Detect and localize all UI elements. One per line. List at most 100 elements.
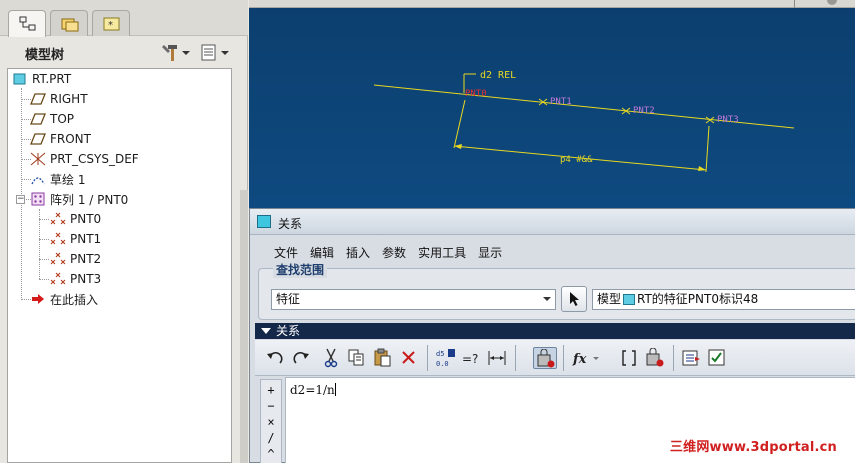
text-caret bbox=[334, 383, 336, 396]
tree-item-label: TOP bbox=[50, 112, 75, 126]
collapse-toggle[interactable]: − bbox=[16, 195, 25, 204]
checkbox-button[interactable] bbox=[705, 347, 729, 369]
undo-icon bbox=[267, 351, 283, 364]
tree-item-pnt2[interactable]: PNT2 bbox=[49, 249, 101, 269]
tree-item-pattern-1[interactable]: 阵列 1 / PNT0 bbox=[29, 189, 128, 209]
tree-item-label: PNT2 bbox=[70, 252, 102, 266]
svg-text:*: * bbox=[108, 20, 113, 31]
operator-power-button[interactable]: ^ bbox=[261, 446, 281, 462]
relations-dialog: 关系 文件 编辑 插入 参数 实用工具 显示 查找范围 特征 模型 RT的特征P… bbox=[249, 208, 855, 463]
bracket-icon bbox=[622, 350, 636, 366]
chevron-down-icon bbox=[543, 297, 551, 301]
tree-item-top[interactable]: TOP bbox=[29, 109, 74, 129]
select-reference-button[interactable] bbox=[561, 286, 587, 312]
datum-plane-icon bbox=[29, 131, 47, 147]
folder-icon bbox=[61, 18, 79, 32]
relations-section-title: 关系 bbox=[276, 324, 301, 338]
tree-item-label: PNT1 bbox=[70, 232, 102, 246]
point-label-pnt0[interactable]: PNT0 bbox=[465, 89, 487, 99]
tree-settings-button[interactable] bbox=[160, 42, 192, 64]
tree-show-button[interactable] bbox=[199, 42, 231, 64]
tree-item-right[interactable]: RIGHT bbox=[29, 89, 88, 109]
redo-button[interactable] bbox=[289, 347, 313, 369]
tools-icon bbox=[162, 45, 177, 61]
undo-button[interactable] bbox=[263, 347, 287, 369]
redo-icon bbox=[293, 351, 309, 364]
tree-item-pnt3[interactable]: PNT3 bbox=[49, 269, 101, 289]
part-icon bbox=[11, 71, 29, 87]
tree-item-sketch-1[interactable]: 草绘 1 bbox=[29, 169, 85, 189]
tree-item-label: 阵列 1 / PNT0 bbox=[50, 192, 129, 207]
point-label-pnt2[interactable]: PNT2 bbox=[633, 106, 655, 116]
menu-utilities[interactable]: 实用工具 bbox=[412, 242, 472, 264]
datum-point-icon bbox=[49, 251, 67, 267]
operator-divide-button[interactable]: / bbox=[261, 430, 281, 446]
favorites-tab[interactable]: * bbox=[92, 10, 130, 36]
tree-item-pnt1[interactable]: PNT1 bbox=[49, 229, 101, 249]
coordinate-system-icon bbox=[29, 151, 47, 167]
relations-section-header[interactable]: 关系 bbox=[255, 323, 855, 339]
dimension-button[interactable] bbox=[485, 347, 509, 369]
parameter-display-button[interactable]: d5 0.0 bbox=[433, 347, 457, 369]
datum-point-icon bbox=[49, 271, 67, 287]
pattern-dimension-label[interactable]: p4 #&& bbox=[560, 155, 593, 165]
panel-splitter[interactable] bbox=[240, 190, 248, 463]
evaluate-button[interactable]: =? bbox=[459, 347, 483, 369]
insert-here-arrow-icon bbox=[29, 291, 47, 307]
delete-button[interactable] bbox=[397, 347, 421, 369]
menu-insert[interactable]: 插入 bbox=[340, 242, 376, 264]
sort-button[interactable] bbox=[643, 347, 667, 369]
operator-plus-button[interactable]: + bbox=[261, 382, 281, 398]
part-icon bbox=[623, 294, 636, 305]
function-button[interactable]: fx bbox=[569, 347, 601, 369]
tree-item-prt-csys-def[interactable]: PRT_CSYS_DEF bbox=[29, 149, 139, 169]
tree-title: 模型树 bbox=[25, 48, 65, 63]
tree-item-front[interactable]: FRONT bbox=[29, 129, 91, 149]
tree-item-rt-prt[interactable]: RT.PRT bbox=[11, 69, 71, 89]
reference-text: RT的特征PNT0标识48 bbox=[637, 292, 759, 306]
favorites-icon: * bbox=[103, 17, 120, 31]
verify-button[interactable] bbox=[679, 347, 703, 369]
cut-button[interactable] bbox=[319, 347, 343, 369]
operator-multiply-button[interactable]: × bbox=[261, 414, 281, 430]
find-scope-select[interactable]: 特征 bbox=[271, 289, 556, 310]
menu-parameters[interactable]: 参数 bbox=[376, 242, 412, 264]
cursor-arrow-icon bbox=[570, 292, 579, 306]
datum-point-icon bbox=[49, 211, 67, 227]
paste-button[interactable] bbox=[371, 347, 395, 369]
paste-icon bbox=[374, 348, 391, 367]
datum-plane-icon bbox=[29, 91, 47, 107]
bracket-button[interactable] bbox=[617, 347, 641, 369]
operator-minus-button[interactable]: − bbox=[261, 398, 281, 414]
evaluate-icon: =? bbox=[462, 352, 478, 366]
unit-sensitivity-button[interactable] bbox=[533, 347, 557, 369]
tree-item-label: 在此插入 bbox=[50, 292, 99, 307]
dimension-label[interactable]: d2 REL bbox=[480, 70, 516, 81]
operator-palette: + − × / ^ bbox=[260, 379, 282, 463]
model-tree-tab[interactable] bbox=[8, 10, 46, 37]
dialog-title: 关系 bbox=[278, 217, 303, 231]
reference-field[interactable]: 模型 RT的特征PNT0标识48 bbox=[592, 289, 855, 310]
app-icon bbox=[257, 215, 271, 228]
datum-point-icon bbox=[49, 231, 67, 247]
tree-item-label: PNT0 bbox=[70, 212, 102, 226]
point-label-pnt1[interactable]: PNT1 bbox=[550, 97, 572, 107]
copy-button[interactable] bbox=[345, 347, 369, 369]
point-label-pnt3[interactable]: PNT3 bbox=[717, 115, 739, 125]
tree-item-label: 草绘 1 bbox=[50, 172, 86, 187]
tree-item-label: FRONT bbox=[50, 132, 91, 146]
watermark: 三维网www.3dportal.cn bbox=[669, 440, 837, 455]
graphics-top-bar bbox=[249, 0, 855, 8]
function-icon: fx bbox=[572, 352, 599, 367]
folder-browser-tab[interactable] bbox=[50, 10, 88, 36]
tree-item-insert-here[interactable]: 在此插入 bbox=[29, 289, 98, 309]
show-list-icon bbox=[201, 44, 216, 61]
tree-item-pnt0[interactable]: PNT0 bbox=[49, 209, 101, 229]
dialog-title-bar[interactable]: 关系 bbox=[250, 209, 855, 235]
menu-show[interactable]: 显示 bbox=[472, 242, 508, 264]
tree-item-label: RT.PRT bbox=[32, 72, 72, 86]
chevron-down-icon bbox=[182, 51, 190, 55]
parameter-display-icon: d50.0 bbox=[436, 349, 455, 368]
svg-text:0.0: 0.0 bbox=[436, 360, 449, 368]
tree-item-label: RIGHT bbox=[50, 92, 88, 106]
